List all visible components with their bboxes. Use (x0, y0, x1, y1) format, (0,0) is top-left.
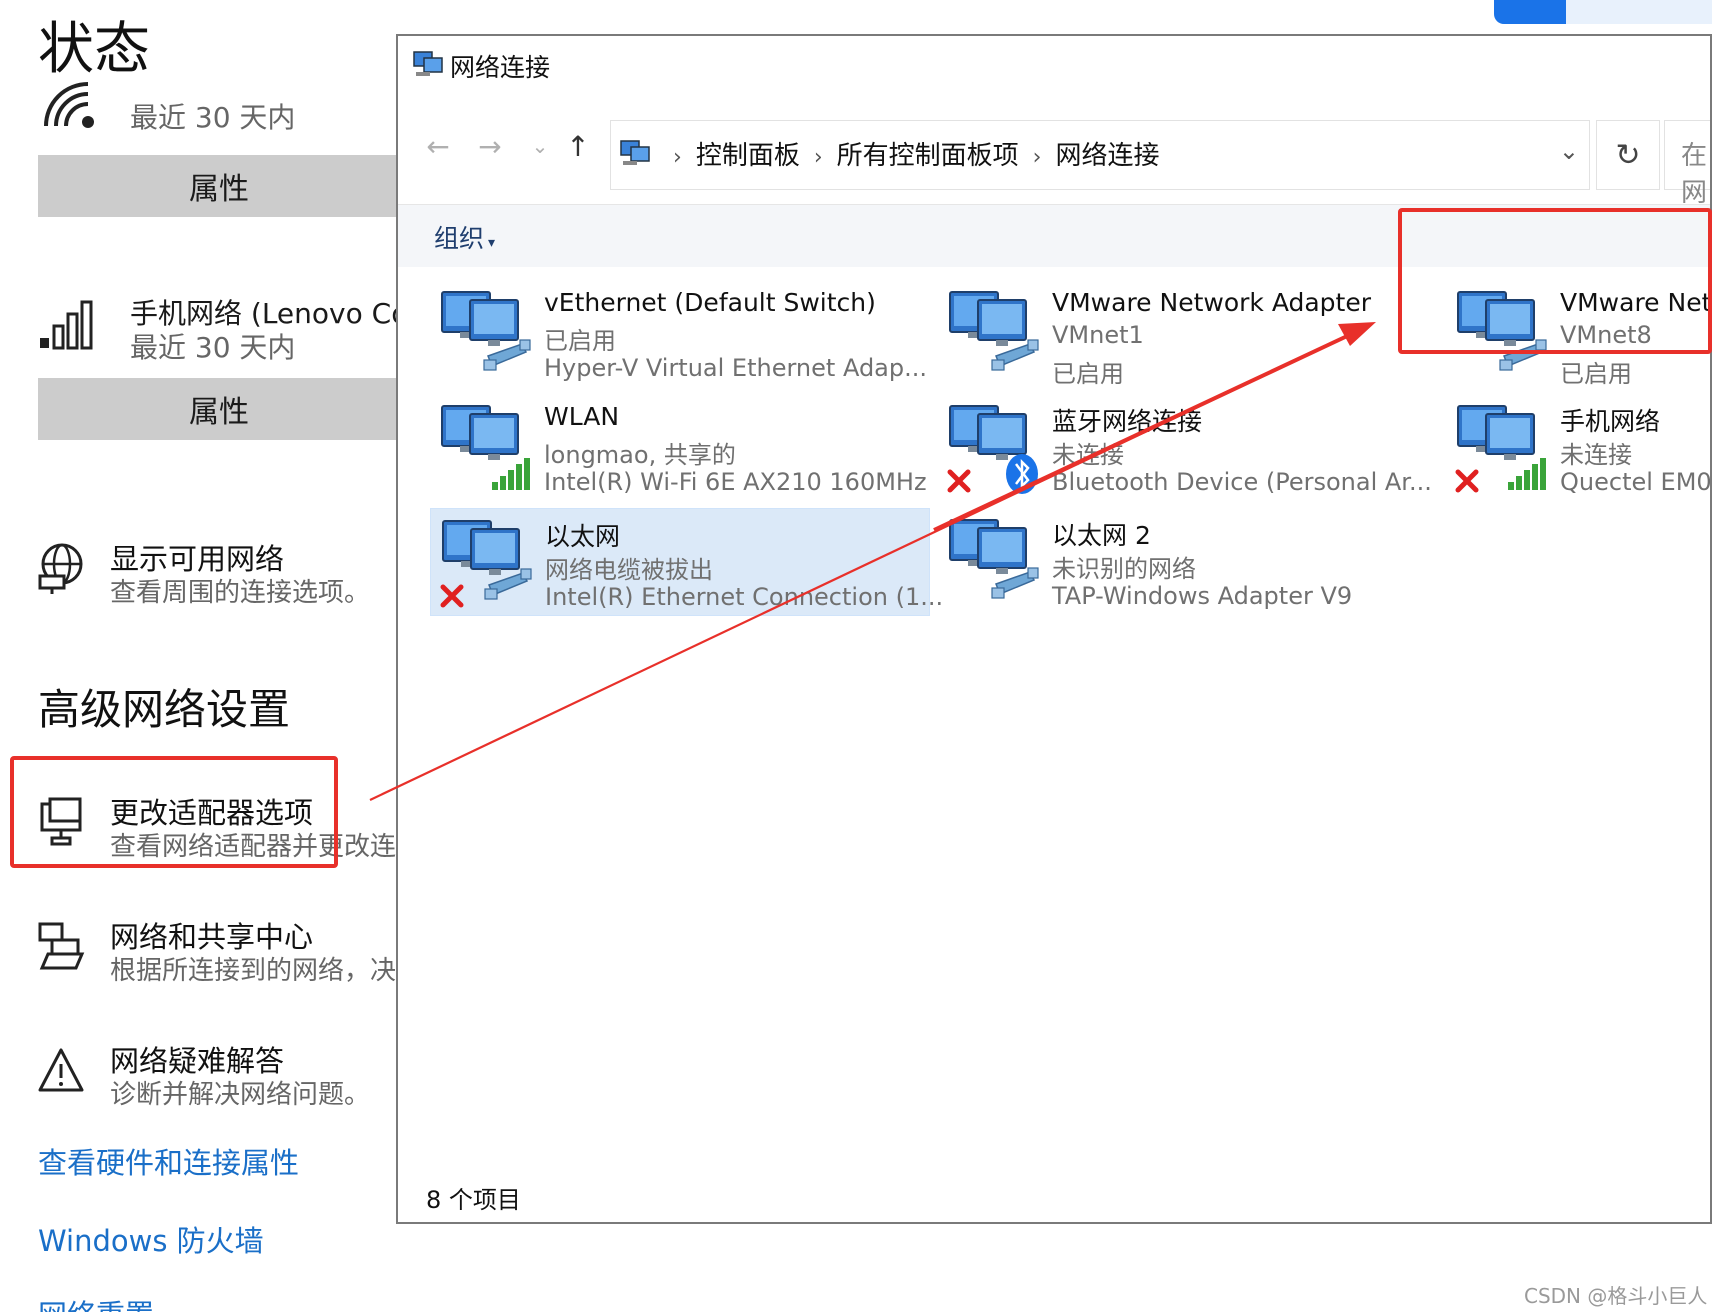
connection-device: Intel(R) Ethernet Connection (1... (545, 583, 944, 611)
wifi-properties-button[interactable]: 属性 (38, 155, 400, 217)
globe-network-icon (38, 542, 88, 602)
search-input[interactable]: 在 网 (1664, 120, 1710, 208)
network-adapter-icon (1452, 400, 1548, 496)
show-networks-desc: 查看周围的连接选项。 (110, 578, 371, 608)
mobile-properties-button[interactable]: 属性 (38, 378, 400, 440)
connection-item[interactable]: 蓝牙网络连接 未连接 Bluetooth Device (Personal Ar..… (938, 394, 1438, 502)
refresh-button[interactable]: ↻ (1596, 120, 1660, 190)
breadcrumb: › 控制面板 › 所有控制面板项 › 网络连接 (659, 135, 1159, 172)
network-adapter-icon (944, 286, 1040, 382)
connection-device: Quectel EM05 (1560, 468, 1712, 496)
connection-status: 未连接 (1560, 441, 1632, 469)
troubleshoot-desc: 诊断并解决网络问题。 (110, 1080, 371, 1110)
breadcrumb-all-items[interactable]: 所有控制面板项 (837, 141, 1019, 171)
partial-header-button (1494, 0, 1566, 24)
connection-device: Hyper-V Virtual Ethernet Adap... (544, 354, 928, 382)
up-button[interactable]: ↑ (560, 130, 596, 163)
address-toolbar: ← → ⌄ ↑ › 控制面板 › 所有控制面板项 › 网络连接 ⌄ ↻ 在 网 (398, 96, 1710, 208)
advanced-settings-heading: 高级网络设置 (38, 685, 291, 734)
warning-icon (38, 1044, 88, 1104)
connection-status: 未连接 (1052, 441, 1124, 469)
connection-device: Bluetooth Device (Personal Ar... (1052, 468, 1432, 496)
control-panel-icon (619, 137, 653, 171)
connection-item[interactable]: vEthernet (Default Switch) 已启用 Hyper-V Vir… (430, 280, 930, 388)
network-adapter-icon (436, 400, 532, 496)
watermark-text: CSDN @格斗小巨人 (1524, 1284, 1708, 1308)
connection-device: 已启用 (1560, 360, 1632, 388)
connection-status: 未识别的网络 (1052, 555, 1196, 583)
connection-name: 以太网 2 (1052, 521, 1151, 550)
settings-panel: 状态 最近 30 天内 属性 手机网络 (Lenovo Cor 最近 30 天内… (0, 0, 400, 1312)
connection-name: WLAN (544, 402, 620, 431)
connections-list: vEthernet (Default Switch) 已启用 Hyper-V Vir… (398, 266, 1710, 1166)
chevron-right-icon: › (673, 145, 682, 170)
connection-device: 已启用 (1052, 360, 1124, 388)
item-count-status: 8 个项目 (426, 1186, 521, 1214)
connection-item[interactable]: VMware Network Adapter VMnet1 已启用 (938, 280, 1438, 388)
network-adapter-icon (944, 400, 1040, 496)
dropdown-arrow-icon: ▾ (488, 235, 496, 251)
connection-name: VMware Network Adapter (1052, 288, 1372, 317)
network-adapter-icon (437, 515, 533, 611)
connection-status: 已启用 (544, 327, 616, 355)
address-bar[interactable]: › 控制面板 › 所有控制面板项 › 网络连接 ⌄ (610, 120, 1590, 190)
network-sharing-center[interactable]: 网络和共享中心 根据所连接到的网络，决 (38, 914, 400, 994)
wifi-icon (38, 76, 108, 136)
network-adapter-icon (944, 514, 1040, 610)
recent-locations-button[interactable]: ⌄ (522, 134, 558, 158)
partial-header-control[interactable] (1494, 0, 1712, 24)
wifi-network-usage: 最近 30 天内 (130, 101, 296, 134)
connection-name: 以太网 (545, 522, 621, 551)
windows-firewall-link[interactable]: Windows 防火墙 (38, 1218, 264, 1260)
mobile-network-row[interactable]: 手机网络 (Lenovo Cor 最近 30 天内 (38, 292, 400, 372)
connection-name: 蓝牙网络连接 (1052, 407, 1203, 436)
organize-label: 组织 (434, 224, 485, 253)
show-available-networks[interactable]: 显示可用网络 查看周围的连接选项。 (38, 536, 400, 616)
breadcrumb-control-panel[interactable]: 控制面板 (696, 141, 800, 171)
network-reset-link[interactable]: 网络重置 (38, 1292, 154, 1312)
connection-name: vEthernet (Default Switch) (544, 288, 876, 317)
connection-device: TAP-Windows Adapter V9 (1052, 582, 1353, 610)
mobile-network-usage: 最近 30 天内 (130, 331, 296, 364)
connection-status: longmao, 共享的 (544, 441, 736, 469)
refresh-icon: ↻ (1615, 137, 1641, 173)
connection-item[interactable]: 以太网网络电缆被拔出 Intel(R) Ethernet Connection (… (430, 508, 943, 616)
connection-status: VMnet1 (1052, 321, 1144, 349)
sharing-center-desc: 根据所连接到的网络，决 (110, 956, 397, 986)
connection-device: Intel(R) Wi-Fi 6E AX210 160MHz (544, 468, 927, 496)
chevron-right-icon[interactable]: › (814, 145, 823, 170)
annotation-highlight-box (1398, 208, 1712, 354)
connection-status: 网络电缆被拔出 (545, 556, 713, 584)
hardware-properties-link[interactable]: 查看硬件和连接属性 (38, 1140, 299, 1182)
window-title: 网络连接 (450, 53, 551, 82)
window-titlebar[interactable]: 网络连接 (398, 36, 1710, 96)
connection-item[interactable]: 以太网 2 未识别的网络 TAP-Windows Adapter V9 (938, 508, 1438, 616)
wifi-network-row[interactable]: 最近 30 天内 (38, 76, 400, 146)
back-button[interactable]: ← (420, 130, 456, 163)
organize-menu[interactable]: 组织 ▾ (434, 219, 495, 255)
connection-item[interactable]: WLAN longmao, 共享的 Intel(R) Wi-Fi 6E AX210 … (430, 394, 930, 502)
connection-item[interactable]: 手机网络未连接 Quectel EM05 (1446, 394, 1712, 502)
network-adapter-icon (436, 286, 532, 382)
chevron-right-icon[interactable]: › (1033, 145, 1042, 170)
network-connections-icon (412, 48, 446, 82)
network-sharing-icon (38, 920, 88, 980)
connection-name: 手机网络 (1560, 407, 1661, 436)
breadcrumb-network-connections[interactable]: 网络连接 (1055, 141, 1159, 171)
chevron-down-icon[interactable]: ⌄ (1559, 137, 1579, 165)
cellular-signal-icon (38, 296, 108, 356)
annotation-highlight-box (10, 756, 338, 868)
page-title: 状态 (38, 17, 150, 82)
forward-button[interactable]: → (472, 130, 508, 163)
network-troubleshooter[interactable]: 网络疑难解答 诊断并解决网络问题。 (38, 1038, 400, 1118)
